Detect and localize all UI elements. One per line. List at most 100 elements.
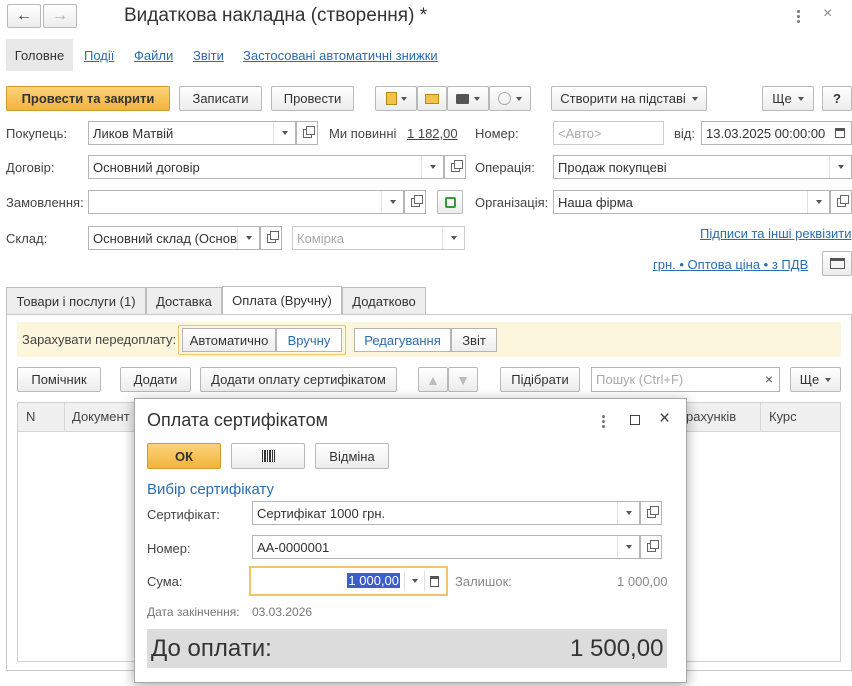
chevron-down-icon[interactable] [421, 156, 443, 178]
operation-field[interactable]: Продаж покупцеві [553, 155, 852, 179]
create-based-on-button[interactable]: Створити на підставі [551, 86, 707, 111]
signatures-link[interactable]: Підписи та інші реквізити [700, 226, 852, 241]
ok-button[interactable]: ОК [147, 443, 221, 469]
fill-order-button[interactable] [437, 190, 463, 214]
chevron-down-icon[interactable] [381, 191, 403, 213]
arrow-left-icon: ← [16, 7, 32, 24]
number-label: Номер: [475, 126, 519, 141]
window-menu-icon[interactable] [797, 10, 800, 23]
order-field[interactable] [88, 190, 404, 214]
sum-input[interactable]: 1 000,00 [249, 566, 448, 596]
number-field[interactable]: <Авто> [553, 121, 664, 145]
tab-goods[interactable]: Товари і послуги (1) [6, 287, 146, 314]
email-button[interactable] [417, 86, 447, 111]
certificate-field[interactable]: Сертифікат 1000 грн. [252, 501, 640, 525]
tab-reports[interactable]: Звіти [193, 48, 224, 63]
close-icon[interactable]: × [823, 5, 832, 23]
open-contract-button[interactable] [444, 155, 466, 179]
move-up-button[interactable]: ▲ [418, 367, 448, 392]
org-field[interactable]: Наша фірма [553, 190, 830, 214]
open-icon [646, 505, 659, 518]
owed-amount[interactable]: 1 182,00 [407, 126, 458, 141]
forward-button[interactable]: → [43, 4, 77, 28]
chevron-down-icon[interactable] [273, 122, 295, 144]
edit-mode-button[interactable]: Редагування [354, 328, 451, 352]
more-button[interactable]: Ще [762, 86, 814, 111]
cert-number-field[interactable]: АА-0000001 [252, 535, 640, 559]
status-button[interactable] [489, 86, 531, 111]
add-button[interactable]: Додати [120, 367, 191, 392]
move-down-button[interactable]: ▼ [448, 367, 478, 392]
price-type-link[interactable]: грн. • Оптова ціна • з ПДВ [653, 257, 808, 272]
refresh-icon [444, 196, 456, 208]
window-title: Видаткова накладна (створення) * [124, 5, 428, 26]
dialog-title: Оплата сертифікатом [147, 410, 328, 430]
currency-button[interactable] [822, 251, 852, 276]
helper-button[interactable]: Помічник [17, 367, 101, 392]
cancel-button[interactable]: Відміна [315, 443, 389, 469]
certificate-label: Сертифікат: [147, 507, 220, 522]
help-button[interactable]: ? [822, 86, 852, 111]
open-warehouse-button[interactable] [260, 226, 282, 250]
section-title: Вибір сертифікату [147, 481, 275, 498]
tab-payment[interactable]: Оплата (Вручну) [222, 286, 342, 314]
tab-delivery[interactable]: Доставка [146, 287, 222, 314]
open-org-button[interactable] [830, 190, 852, 214]
barcode-button[interactable] [231, 443, 305, 469]
arrow-right-icon: → [52, 7, 68, 24]
chevron-down-icon[interactable] [404, 571, 424, 591]
tab-events[interactable]: Події [84, 48, 114, 63]
tab-additional[interactable]: Додатково [342, 287, 426, 314]
dialog-close-icon[interactable]: × [659, 408, 670, 430]
save-button[interactable]: Записати [179, 86, 262, 111]
col-accounts-header: рахунків [686, 409, 737, 424]
prepay-manual-button[interactable]: Вручну [276, 328, 342, 352]
org-label: Організація: [475, 195, 549, 210]
open-certificate-button[interactable] [640, 501, 662, 525]
expiry-value: 03.03.2026 [252, 605, 313, 619]
clear-search-icon[interactable]: × [765, 371, 773, 387]
dialog-menu-icon[interactable] [602, 415, 605, 428]
open-icon [410, 194, 423, 207]
post-and-close-button[interactable]: Провести та закрити [6, 86, 170, 111]
buyer-field[interactable]: Ликов Матвій [88, 121, 296, 145]
operation-label: Операція: [475, 160, 535, 175]
tab-main[interactable]: Головне [6, 39, 73, 71]
add-cert-payment-button[interactable]: Додати оплату сертифікатом [200, 367, 397, 392]
contract-label: Договір: [6, 160, 55, 175]
col-document-header: Документ [72, 409, 130, 424]
calculator-icon[interactable] [424, 571, 444, 591]
total-label: До оплати: [151, 635, 272, 662]
cell-field[interactable]: Комірка [292, 226, 465, 250]
search-input[interactable]: Пошук (Ctrl+F) × [591, 367, 780, 392]
chevron-down-icon[interactable] [617, 536, 639, 558]
tab-discounts[interactable]: Застосовані автоматичні знижки [243, 48, 438, 63]
open-icon [450, 159, 463, 172]
select-button[interactable]: Підібрати [500, 367, 580, 392]
calendar-icon[interactable] [829, 122, 851, 144]
chevron-down-icon[interactable] [442, 227, 464, 249]
open-cert-number-button[interactable] [640, 535, 662, 559]
chevron-down-icon[interactable] [829, 156, 851, 178]
tab-files[interactable]: Файли [134, 48, 173, 63]
open-buyer-button[interactable] [296, 121, 318, 145]
col-n-header: N [26, 409, 36, 424]
back-button[interactable]: ← [7, 4, 41, 28]
open-order-button[interactable] [404, 190, 426, 214]
prepay-auto-button[interactable]: Автоматично [182, 328, 276, 352]
payment-more-button[interactable]: Ще [790, 367, 841, 392]
chevron-down-icon[interactable] [237, 227, 259, 249]
contract-field[interactable]: Основний договір [88, 155, 444, 179]
col-rate-header: Курс [769, 409, 797, 424]
chevron-down-icon[interactable] [807, 191, 829, 213]
date-field[interactable]: 13.03.2025 00:00:00 [701, 121, 852, 145]
open-icon [836, 194, 849, 207]
maximize-icon[interactable] [630, 415, 640, 425]
chevron-down-icon[interactable] [617, 502, 639, 524]
warehouse-field[interactable]: Основний склад (Основ [88, 226, 260, 250]
post-button[interactable]: Провести [271, 86, 354, 111]
print-button[interactable] [447, 86, 489, 111]
buyer-label: Покупець: [6, 126, 68, 141]
report-mode-button[interactable]: Звіт [451, 328, 497, 352]
document-structure-button[interactable] [375, 86, 417, 111]
